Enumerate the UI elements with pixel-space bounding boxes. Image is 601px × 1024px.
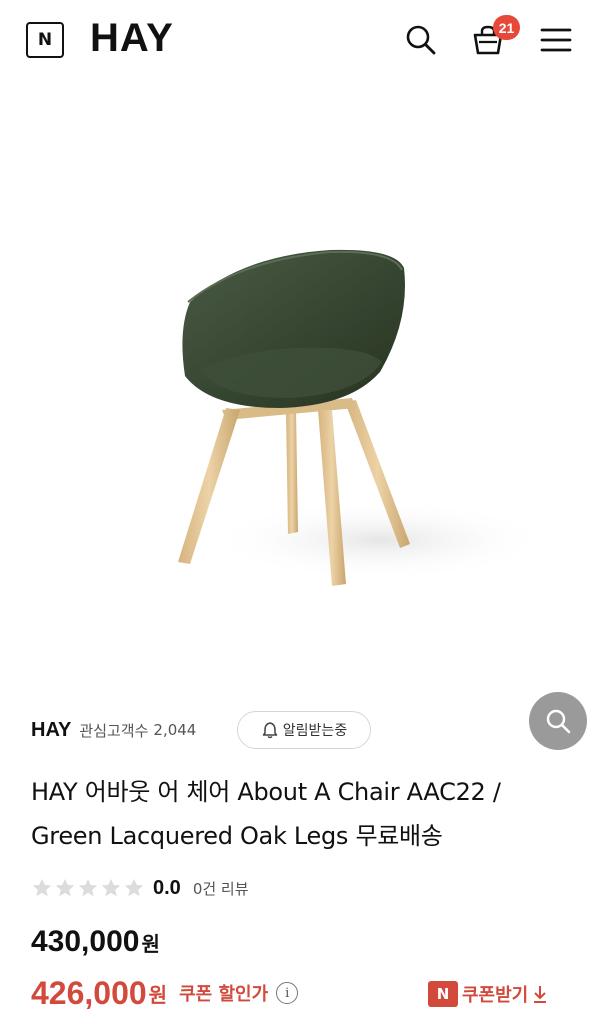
rating-row[interactable]: 0.0 0건 리뷰 [31,873,249,903]
rating-stars [31,877,145,899]
original-price-value: 430,000 [31,925,140,958]
cart-count-badge: 21 [493,15,520,40]
zoom-button[interactable] [529,692,587,750]
fan-count-label: 관심고객수 [79,721,149,740]
rating-value: 0.0 [153,876,181,899]
info-icon[interactable]: i [276,982,299,1004]
search-icon[interactable] [401,20,441,60]
alarm-button[interactable]: 알림받는중 [237,711,371,749]
brand-row: HAY 관심고객수 2,044 [31,712,196,748]
get-coupon-label: 쿠폰받기 [462,985,529,1006]
menu-icon[interactable] [536,20,576,60]
brand-name[interactable]: HAY [31,719,71,742]
bell-icon [262,722,278,739]
n-pay-icon: N [428,981,458,1007]
product-title: HAY 어바웃 어 체어 About A Chair AAC22 / Green… [31,778,501,850]
brand-logo[interactable]: HAY [90,16,174,60]
star-icon [101,878,121,897]
sale-price-value: 426,000 [31,974,147,1011]
download-arrow-icon [534,986,547,1003]
star-icon [78,878,98,897]
sale-price-row: 426,000 원 쿠폰 할인가 i [31,970,299,1016]
n-logo-icon[interactable]: N [26,22,64,58]
alarm-label: 알림받는중 [282,723,348,739]
review-count[interactable]: 0건 리뷰 [193,878,249,899]
coupon-discount-label: 쿠폰 할인가 [179,984,269,1005]
sale-price-unit: 원 [148,982,168,1007]
original-price: 430,000 원 [31,925,160,969]
star-icon [32,878,52,897]
product-image[interactable] [0,80,601,750]
star-icon [124,878,144,897]
original-price-unit: 원 [141,932,160,956]
star-icon [55,878,75,897]
fan-count: 2,044 [153,721,197,739]
get-coupon-button[interactable]: N 쿠폰받기 [428,978,548,1010]
chair-illustration [178,249,550,586]
top-header: N HAY 21 [0,0,601,80]
zoom-icon [546,709,571,734]
